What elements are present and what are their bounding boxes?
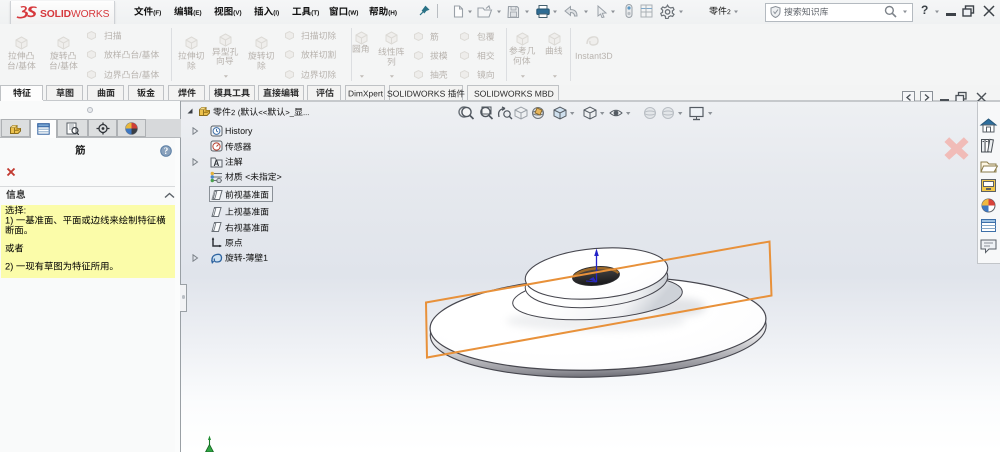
svg-text:SOLIDWORKS: SOLIDWORKS — [40, 9, 110, 20]
svg-text:?: ? — [164, 146, 169, 156]
svg-text:A: A — [214, 159, 220, 168]
